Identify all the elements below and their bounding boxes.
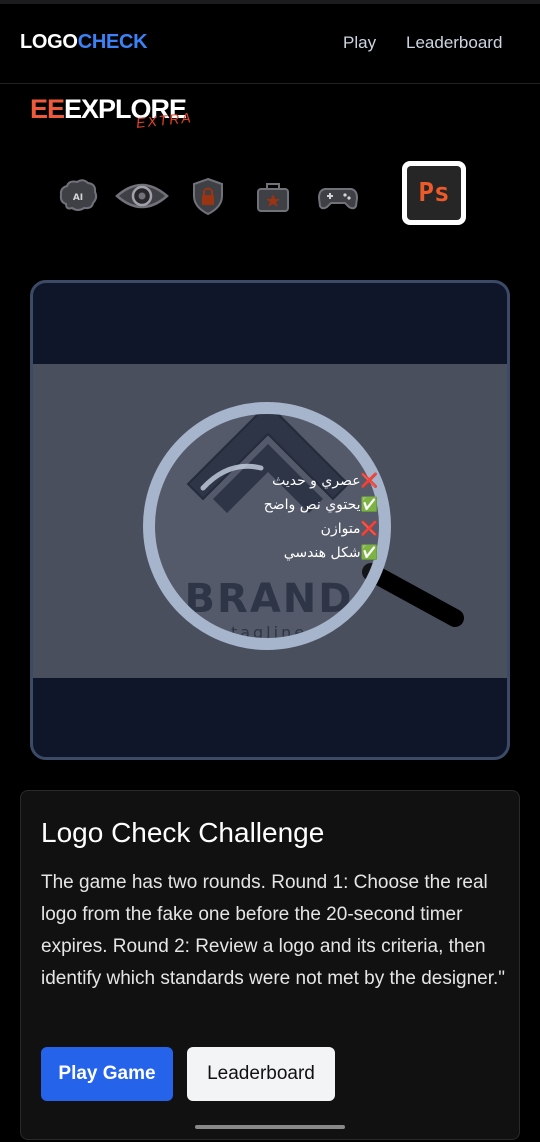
photoshop-icon-label: Ps (407, 166, 461, 220)
home-indicator[interactable] (195, 1125, 345, 1129)
nav-link-play[interactable]: Play (343, 33, 376, 53)
challenge-card: Logo Check Challenge The game has two ro… (20, 790, 520, 1140)
criteria-text: متوازن (320, 521, 361, 537)
tool-icon-row: AI Ps (56, 160, 476, 230)
gamepad-icon[interactable] (316, 176, 360, 216)
criteria-text: عصري و حديث (272, 473, 361, 489)
logo-text-blue: CHECK (77, 31, 148, 53)
photoshop-icon[interactable]: Ps (402, 161, 466, 225)
criteria-status-icon: ✅ (360, 497, 378, 513)
svg-text:AI: AI (73, 193, 83, 203)
criteria-list: ❌عصري و حديث ✅يحتوي نص واضح ❌متوازن ✅شكل… (198, 469, 378, 565)
criteria-item: ❌متوازن (198, 517, 378, 541)
criteria-text: شكل هندسي (283, 545, 361, 561)
brand-accent: EE (30, 94, 65, 124)
site-logo[interactable]: LOGOCHECK (20, 31, 148, 54)
card-title: Logo Check Challenge (41, 817, 325, 848)
nav-link-leaderboard[interactable]: Leaderboard (406, 33, 502, 53)
criteria-status-icon: ✅ (360, 545, 378, 561)
criteria-item: ❌عصري و حديث (198, 469, 378, 493)
criteria-item: ✅يحتوي نص واضح (198, 493, 378, 517)
navbar: LOGOCHECK Play Leaderboard (0, 4, 540, 84)
card-description: The game has two rounds. Round 1: Choose… (41, 872, 506, 989)
criteria-item: ✅شكل هندسي (198, 541, 378, 565)
logo-text-white: LOGO (20, 31, 78, 53)
eexplore-extra-logo: EEEXPLORE EXTRA (30, 94, 200, 138)
magnifier-handle (362, 563, 464, 627)
ai-brain-icon[interactable]: AI (56, 176, 100, 216)
toolbox-icon[interactable] (251, 176, 295, 216)
criteria-status-icon: ❌ (360, 521, 378, 537)
eye-icon[interactable] (114, 176, 170, 216)
criteria-status-icon: ❌ (360, 473, 378, 489)
criteria-text: يحتوي نص واضح (263, 497, 361, 513)
play-game-button[interactable]: Play Game (41, 1047, 173, 1101)
leaderboard-button[interactable]: Leaderboard (187, 1047, 335, 1101)
logo-preview-frame: BRAND tagline ❌عصري و حديث ✅يحتوي نص واض… (30, 280, 510, 760)
shield-lock-icon[interactable] (186, 176, 230, 216)
